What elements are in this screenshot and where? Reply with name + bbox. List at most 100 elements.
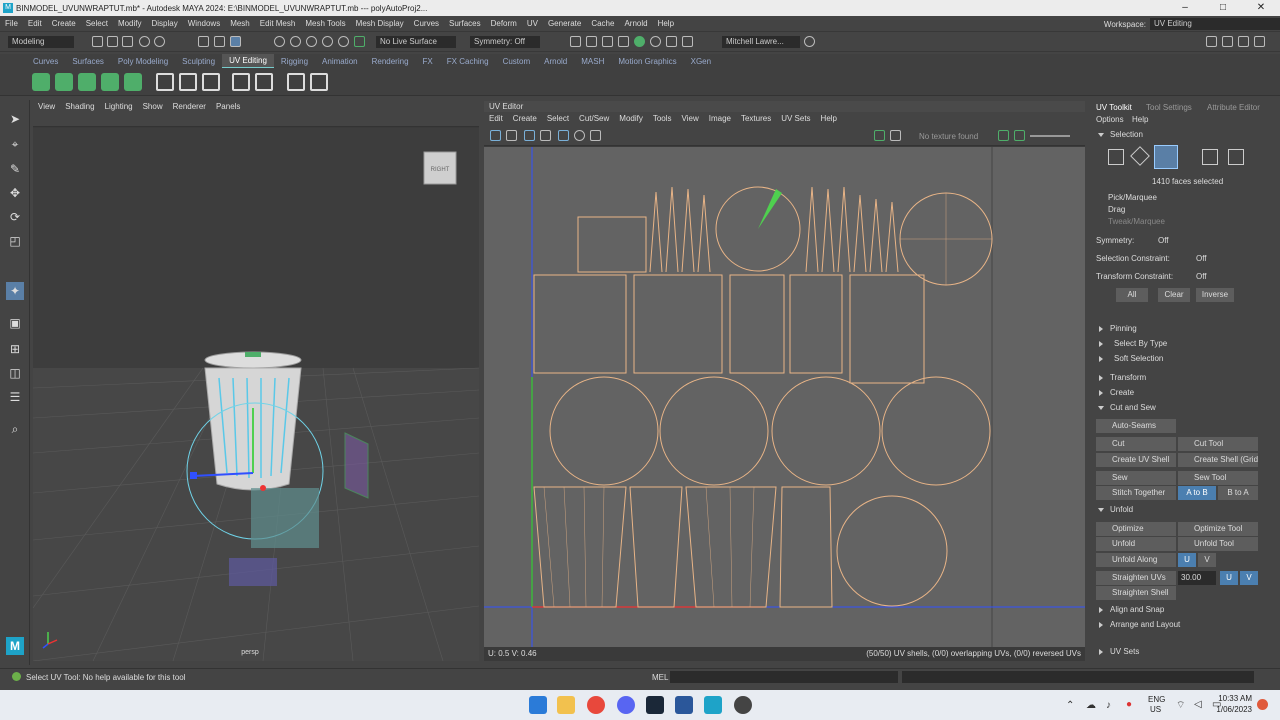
menu-edit[interactable]: Edit [23, 19, 47, 28]
uv-distortion-icon[interactable] [540, 130, 551, 141]
radio-pick-marquee[interactable]: Pick/Marquee [1108, 193, 1157, 202]
maya-taskbar-icon[interactable] [704, 696, 722, 714]
section-arrange-and-layout[interactable]: Arrange and Layout [1090, 619, 1280, 631]
two-view-icon[interactable]: ◫ [6, 364, 24, 382]
straighten-uvs-button[interactable]: Straighten UVs [1096, 571, 1176, 585]
section-pinning[interactable]: Pinning [1090, 323, 1280, 335]
camera-based-mapping-icon[interactable] [124, 73, 142, 91]
uv-grid-icon[interactable] [490, 130, 501, 141]
help-icon[interactable] [804, 36, 815, 47]
workspace-dropdown[interactable]: UV Editing [1150, 18, 1280, 30]
manip-x-handle[interactable] [260, 485, 266, 491]
menu-display[interactable]: Display [147, 19, 183, 28]
uv-menu-edit[interactable]: Edit [484, 112, 508, 126]
toggle-panel-icon-3[interactable] [1238, 36, 1249, 47]
pause-render-icon[interactable] [666, 36, 677, 47]
menu-cache[interactable]: Cache [586, 19, 619, 28]
sew-button[interactable]: Sew [1096, 471, 1176, 485]
file-explorer-icon[interactable] [557, 696, 575, 714]
steam-icon[interactable] [646, 696, 664, 714]
menu-mesh-tools[interactable]: Mesh Tools [300, 19, 350, 28]
uv-menu-create[interactable]: Create [508, 112, 542, 126]
toggle-panel-icon-2[interactable] [1222, 36, 1233, 47]
uv-mode-icon[interactable] [1202, 149, 1218, 165]
shelf-tab-xgen[interactable]: XGen [684, 57, 718, 66]
menu-uv[interactable]: UV [522, 19, 543, 28]
uv-editor-icon[interactable] [156, 73, 174, 91]
toggle-panel-icon-4[interactable] [1254, 36, 1265, 47]
toolkit-menu-help[interactable]: Help [1132, 115, 1148, 124]
b-to-a-button[interactable]: B to A [1218, 486, 1258, 500]
snap-point-icon[interactable] [306, 36, 317, 47]
uv-checker-icon[interactable] [874, 130, 885, 141]
menu-modify[interactable]: Modify [113, 19, 147, 28]
render-sequence-icon[interactable] [682, 36, 693, 47]
uv-menu-help[interactable]: Help [816, 112, 842, 126]
shelf-tab-sculpting[interactable]: Sculpting [175, 57, 222, 66]
uv-layout[interactable] [484, 147, 1085, 647]
manip-z-handle[interactable] [190, 472, 197, 479]
uv-menu-cut-sew[interactable]: Cut/Sew [574, 112, 614, 126]
scale-tool-icon[interactable]: ◰ [6, 232, 24, 250]
menu-help[interactable]: Help [653, 19, 679, 28]
section-uv-sets[interactable]: UV Sets [1090, 646, 1280, 658]
windows-start-icon[interactable] [529, 696, 547, 714]
viewport-menu-view[interactable]: View [33, 101, 60, 113]
uv-snapshot-icon[interactable] [590, 130, 601, 141]
arnold-render-icon[interactable] [650, 36, 661, 47]
tab-tool-settings[interactable]: Tool Settings [1146, 103, 1192, 112]
live-surface-dropdown[interactable]: No Live Surface [376, 36, 456, 48]
optimize-button[interactable]: Optimize [1096, 522, 1176, 536]
a-to-b-button[interactable]: A to B [1178, 486, 1216, 500]
menu-deform[interactable]: Deform [486, 19, 522, 28]
straighten-v-toggle[interactable]: V [1240, 571, 1258, 585]
shelf-tab-fx-caching[interactable]: FX Caching [440, 57, 496, 66]
microphone-icon[interactable]: ● [1126, 699, 1132, 710]
minimize-icon[interactable]: – [1166, 0, 1204, 16]
menu-arnold[interactable]: Arnold [619, 19, 652, 28]
clock-date[interactable]: 1/06/2023 [1210, 705, 1252, 714]
lasso-tool-icon[interactable] [214, 36, 225, 47]
wifi-icon[interactable]: ⌔ [1176, 699, 1185, 712]
straighten-angle-field[interactable]: 30.00 [1178, 571, 1216, 585]
discord-icon[interactable] [617, 696, 635, 714]
optimize-tool-button[interactable]: Optimize Tool [1178, 522, 1258, 536]
unfold-u-toggle[interactable]: U [1178, 553, 1196, 567]
maximize-icon[interactable]: □ [1204, 0, 1242, 16]
section-align-and-snap[interactable]: Align and Snap [1090, 604, 1280, 616]
auto-seams-button[interactable]: Auto-Seams [1096, 419, 1176, 433]
clear-selection-button[interactable]: Clear [1158, 288, 1190, 302]
uv-exposure-icon[interactable] [998, 130, 1009, 141]
shelf-tab-animation[interactable]: Animation [315, 57, 365, 66]
notification-badge-icon[interactable] [1257, 699, 1268, 710]
render-view-icon[interactable] [570, 36, 581, 47]
shelf-tab-motion-graphics[interactable]: Motion Graphics [611, 57, 683, 66]
shelf-tab-rendering[interactable]: Rendering [365, 57, 416, 66]
texel-density-icon[interactable] [310, 73, 328, 91]
snap-surface-icon[interactable] [338, 36, 349, 47]
menu-select[interactable]: Select [81, 19, 113, 28]
language-top[interactable]: ENG [1148, 695, 1165, 704]
unfold-button[interactable]: Unfold [1096, 537, 1176, 551]
tab-attribute-editor[interactable]: Attribute Editor [1207, 103, 1260, 112]
shelf-tab-rigging[interactable]: Rigging [274, 57, 315, 66]
four-view-icon[interactable]: ⊞ [6, 340, 24, 358]
uv-shell-ring-2[interactable] [659, 376, 769, 486]
tab-uv-toolkit[interactable]: UV Toolkit [1096, 103, 1132, 112]
word-icon[interactable] [675, 696, 693, 714]
selection-constraint-value[interactable]: Off [1196, 254, 1207, 263]
user-account-dropdown[interactable]: Mitchell Lawre... [722, 36, 800, 48]
select-all-button[interactable]: All [1116, 288, 1148, 302]
volume-tray-icon[interactable]: ♪ [1106, 700, 1111, 711]
uv-menu-textures[interactable]: Textures [736, 112, 776, 126]
snap-curve-icon[interactable] [290, 36, 301, 47]
radio-drag[interactable]: Drag [1108, 205, 1125, 214]
section-transform[interactable]: Transform [1090, 372, 1280, 384]
redo-icon[interactable] [154, 36, 165, 47]
select-tool-icon[interactable] [198, 36, 209, 47]
menu-surfaces[interactable]: Surfaces [444, 19, 486, 28]
cut-uv-icon[interactable] [179, 73, 197, 91]
ipr-render-icon[interactable] [602, 36, 613, 47]
spherical-mapping-icon[interactable] [78, 73, 96, 91]
close-icon[interactable]: ✕ [1242, 0, 1280, 16]
